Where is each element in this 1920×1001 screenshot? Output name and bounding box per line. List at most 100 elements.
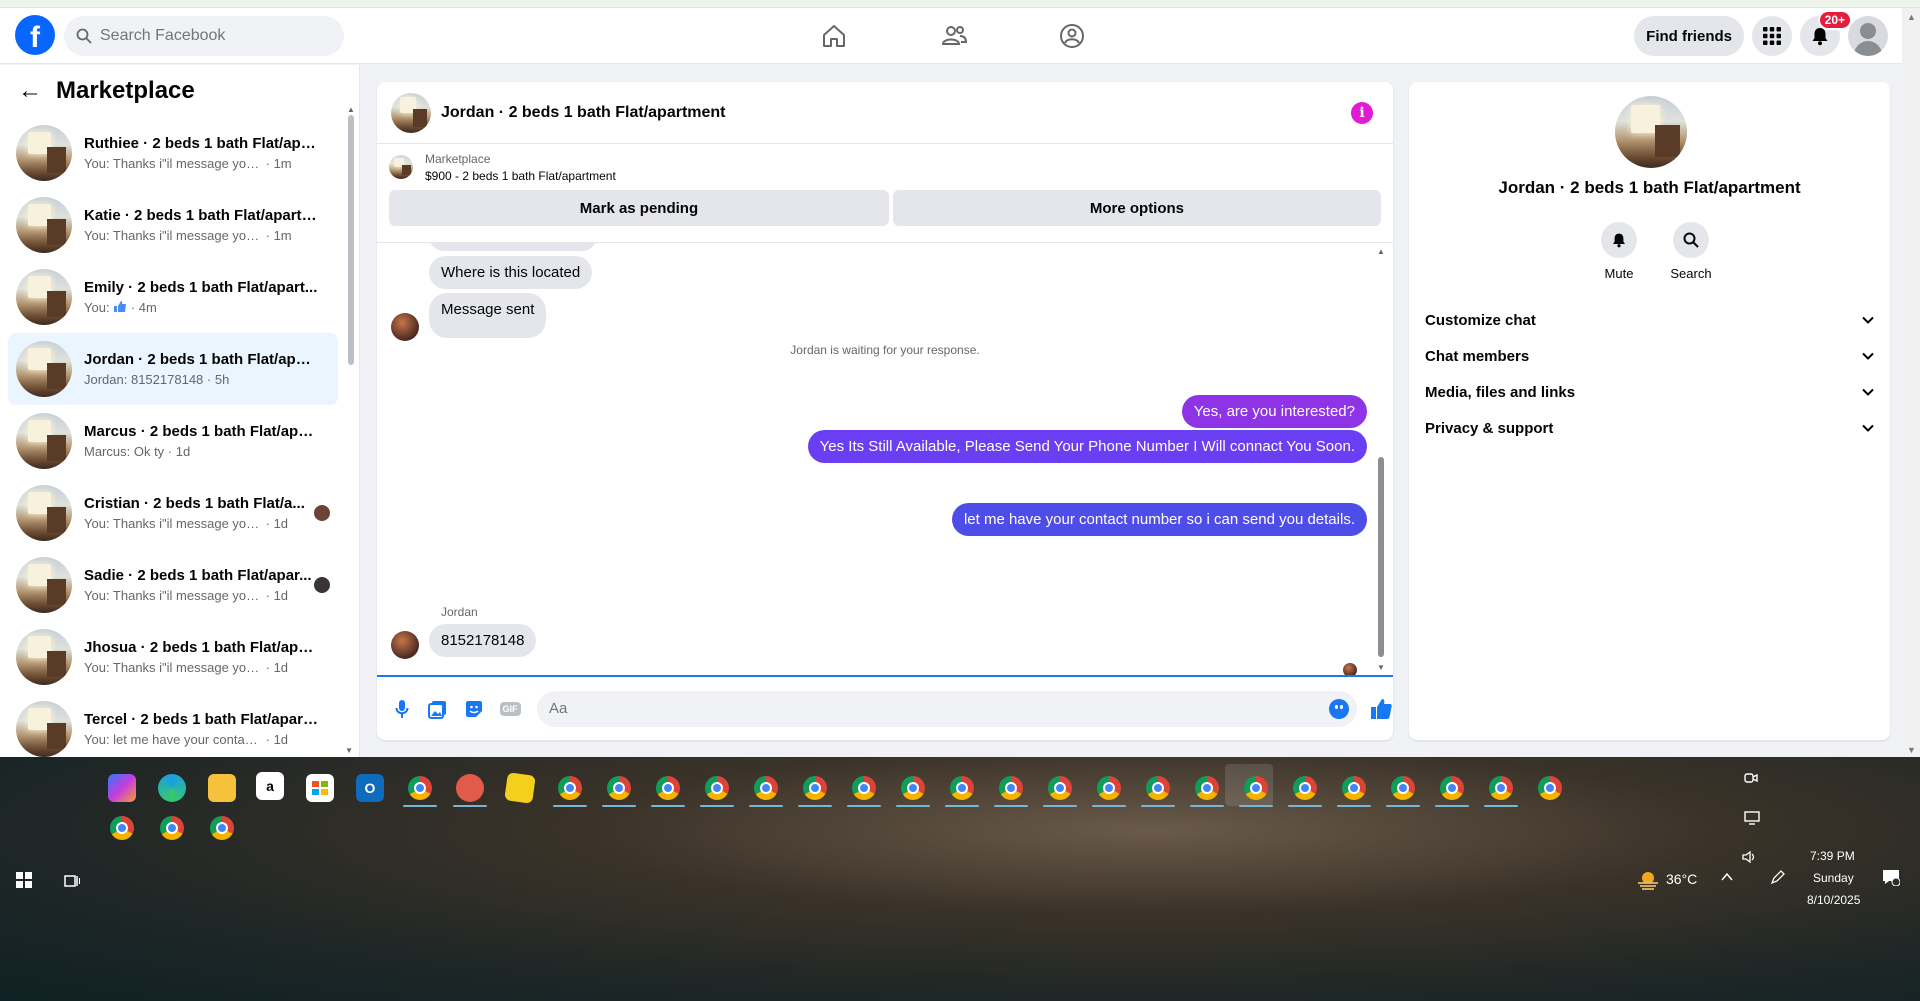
mark-pending-button[interactable]: Mark as pending xyxy=(389,190,889,226)
conversation-item[interactable]: Cristian · 2 beds 1 bath Flat/a... You: … xyxy=(8,477,338,549)
facebook-logo[interactable]: f xyxy=(15,15,55,55)
edge-icon[interactable] xyxy=(158,774,186,802)
chrome-window-icon[interactable] xyxy=(1095,774,1123,802)
mute-action[interactable]: Mute xyxy=(1589,222,1649,281)
friends-icon[interactable] xyxy=(940,22,968,50)
conversation-preview: You: Thanks i"il message you in a ... xyxy=(84,660,262,675)
message-input-box[interactable] xyxy=(537,690,1357,727)
chrome-window-icon[interactable] xyxy=(556,774,584,802)
browser-scrollbar[interactable]: ▲ ▼ xyxy=(1902,8,1920,757)
chrome-window-active-icon[interactable] xyxy=(1242,774,1270,802)
weather-temperature[interactable]: 36°C xyxy=(1666,871,1697,887)
chrome-window-icon[interactable] xyxy=(948,774,976,802)
home-icon[interactable] xyxy=(820,22,848,50)
gif-button[interactable]: GIF xyxy=(499,698,521,720)
chrome-window-icon[interactable] xyxy=(1389,774,1417,802)
windows-start-icon[interactable] xyxy=(16,872,32,888)
conversation-item[interactable]: Katie · 2 beds 1 bath Flat/apartm... You… xyxy=(8,189,338,261)
search-input[interactable] xyxy=(100,27,320,45)
chrome-profile-icon[interactable] xyxy=(406,774,434,802)
search-box[interactable] xyxy=(64,16,344,56)
conversation-item[interactable]: Ruthiee · 2 beds 1 bath Flat/apar... You… xyxy=(8,117,338,189)
menu-button[interactable] xyxy=(1752,16,1792,56)
clock-time[interactable]: 7:39 PM xyxy=(1810,849,1855,863)
copilot-icon[interactable] xyxy=(108,774,136,802)
chrome-window-icon[interactable] xyxy=(1193,774,1221,802)
conversation-item[interactable]: Jhosua · 2 beds 1 bath Flat/apart... You… xyxy=(8,621,338,693)
chrome-window-icon[interactable] xyxy=(801,774,829,802)
chrome-window-icon[interactable] xyxy=(1144,774,1172,802)
thread-scrollbar[interactable]: ▲ ▼ xyxy=(1377,247,1385,672)
chrome-window-icon[interactable] xyxy=(605,774,633,802)
chrome-window-icon[interactable] xyxy=(997,774,1025,802)
sender-avatar[interactable] xyxy=(391,631,419,659)
paint-icon[interactable] xyxy=(456,774,484,802)
chat-title[interactable]: Jordan · 2 beds 1 bath Flat/apartment xyxy=(441,104,726,122)
account-avatar[interactable] xyxy=(1848,16,1888,56)
attach-photo-button[interactable] xyxy=(427,698,449,720)
chevron-up-icon[interactable] xyxy=(1720,871,1734,883)
emoji-icon[interactable] xyxy=(1329,698,1349,719)
inbox-scrollbar[interactable]: ▲ xyxy=(347,105,355,405)
chrome-window-icon[interactable] xyxy=(1536,774,1564,802)
listing-title[interactable]: $900 - 2 beds 1 bath Flat/apartment xyxy=(425,169,616,183)
chrome-window-icon[interactable] xyxy=(899,774,927,802)
pen-icon[interactable] xyxy=(1770,869,1786,885)
listing-thumbnail xyxy=(16,557,72,613)
chat-avatar[interactable] xyxy=(391,92,431,133)
chrome-window-icon[interactable] xyxy=(752,774,780,802)
inbox-scroll-down[interactable]: ▼ xyxy=(345,746,353,755)
weather-icon[interactable] xyxy=(1636,867,1660,891)
groups-icon[interactable] xyxy=(1058,22,1086,50)
display-icon[interactable] xyxy=(1744,811,1760,825)
back-arrow-icon[interactable]: ← xyxy=(18,77,42,105)
find-friends-button[interactable]: Find friends xyxy=(1634,16,1744,56)
chat-members-section[interactable]: Chat members xyxy=(1425,338,1875,374)
search-action[interactable]: Search xyxy=(1661,222,1721,281)
chrome-window-icon[interactable] xyxy=(1487,774,1515,802)
chrome-window-icon[interactable] xyxy=(1438,774,1466,802)
privacy-support-section[interactable]: Privacy & support xyxy=(1425,410,1875,446)
info-title: Jordan · 2 beds 1 bath Flat/apartment xyxy=(1498,178,1801,197)
info-icon[interactable]: i xyxy=(1351,102,1373,124)
conversation-item[interactable]: Sadie · 2 beds 1 bath Flat/apar... You: … xyxy=(8,549,338,621)
chrome-window-icon[interactable] xyxy=(108,814,136,842)
clock-date[interactable]: 8/10/2025 xyxy=(1807,893,1860,907)
outlook-icon[interactable]: O xyxy=(356,774,384,802)
conversation-item-active[interactable]: Jordan · 2 beds 1 bath Flat/apart... Jor… xyxy=(8,333,338,405)
like-icon[interactable] xyxy=(1369,697,1393,721)
chrome-window-icon[interactable] xyxy=(208,814,236,842)
sticky-notes-icon[interactable] xyxy=(504,772,536,804)
conversation-list: Ruthiee · 2 beds 1 bath Flat/apar... You… xyxy=(8,117,338,757)
conversation-preview: You: Thanks i"il message you in a ... xyxy=(84,228,262,243)
notification-center-icon[interactable] xyxy=(1882,868,1900,886)
notifications-button[interactable]: 20+ xyxy=(1800,10,1852,56)
conversation-item[interactable]: Emily · 2 beds 1 bath Flat/apart... You:… xyxy=(8,261,338,333)
voice-clip-button[interactable] xyxy=(391,698,413,720)
microsoft-store-icon[interactable] xyxy=(306,774,334,802)
more-options-button[interactable]: More options xyxy=(892,190,1381,226)
task-view-icon[interactable] xyxy=(64,873,80,889)
sticker-button[interactable] xyxy=(463,698,485,720)
sender-avatar[interactable] xyxy=(391,313,419,341)
chrome-window-icon[interactable] xyxy=(1046,774,1074,802)
chrome-window-icon[interactable] xyxy=(158,814,186,842)
media-files-links-section[interactable]: Media, files and links xyxy=(1425,374,1875,410)
chrome-window-icon[interactable] xyxy=(1291,774,1319,802)
volume-icon[interactable] xyxy=(1742,850,1758,864)
clock-day[interactable]: Sunday xyxy=(1813,871,1854,885)
conversation-item[interactable]: Marcus · 2 beds 1 bath Flat/apar... Marc… xyxy=(8,405,338,477)
message-input[interactable] xyxy=(549,700,1309,717)
waiting-notice: Jordan is waiting for your response. xyxy=(790,343,980,357)
chrome-window-icon[interactable] xyxy=(850,774,878,802)
customize-chat-section[interactable]: Customize chat xyxy=(1425,302,1875,338)
file-explorer-icon[interactable] xyxy=(208,774,236,802)
conversation-name: Sadie · 2 beds 1 bath Flat/apar... xyxy=(84,567,312,584)
chrome-window-icon[interactable] xyxy=(703,774,731,802)
chrome-window-icon[interactable] xyxy=(1340,774,1368,802)
meet-now-icon[interactable] xyxy=(1744,771,1758,785)
chrome-window-icon[interactable] xyxy=(654,774,682,802)
conversation-item[interactable]: Tercel · 2 beds 1 bath Flat/apart... You… xyxy=(8,693,338,757)
info-avatar[interactable] xyxy=(1615,96,1687,168)
amazon-icon[interactable]: a xyxy=(256,772,284,800)
